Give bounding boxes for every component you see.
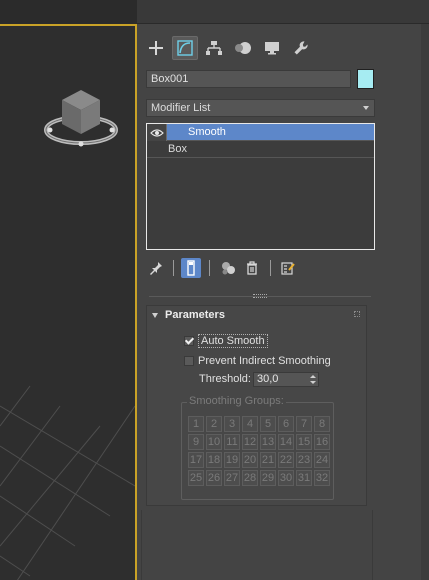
display-monitor-icon — [265, 42, 279, 55]
wrench-icon — [294, 41, 308, 55]
smoothing-group-button: 8 — [314, 416, 330, 432]
chevron-down-icon — [363, 106, 369, 110]
eye-icon[interactable] — [147, 124, 167, 141]
smoothing-groups-title: Smoothing Groups: — [187, 395, 286, 407]
auto-smooth-checkbox[interactable] — [184, 336, 194, 346]
smoothing-group-button: 1 — [188, 416, 204, 432]
object-name-field[interactable]: Box001 — [146, 70, 351, 88]
spinner-arrows-icon[interactable] — [310, 374, 316, 386]
smoothing-group-button: 20 — [242, 452, 258, 468]
stack-item-box[interactable]: Box — [147, 141, 374, 158]
viewport[interactable] — [0, 0, 137, 580]
tab-motion[interactable] — [230, 36, 256, 60]
modifier-stack[interactable]: Smooth Box — [146, 123, 375, 250]
smoothing-group-button: 25 — [188, 470, 204, 486]
smoothing-group-button: 11 — [224, 434, 240, 450]
auto-smooth-option[interactable]: Auto Smooth — [184, 334, 268, 348]
object-color-swatch[interactable] — [357, 69, 374, 89]
tab-hierarchy[interactable] — [201, 36, 227, 60]
smoothing-group-button: 28 — [242, 470, 258, 486]
panel-empty-area — [141, 510, 373, 580]
auto-smooth-label: Auto Smooth — [198, 334, 268, 348]
stack-toolbar — [146, 256, 375, 280]
smoothing-group-button: 16 — [314, 434, 330, 450]
smoothing-group-button: 6 — [278, 416, 294, 432]
tab-modify[interactable] — [172, 36, 198, 60]
toolbar-separator — [173, 260, 174, 276]
smoothing-group-button: 7 — [296, 416, 312, 432]
make-unique-button[interactable] — [218, 258, 238, 278]
smoothing-group-button: 23 — [296, 452, 312, 468]
pin-icon — [150, 262, 162, 275]
motion-icon — [235, 42, 251, 54]
modifier-list-dropdown[interactable]: Modifier List — [146, 99, 375, 117]
toolbar-separator — [209, 260, 210, 276]
show-end-result-icon — [187, 260, 195, 276]
smoothing-group-button: 14 — [278, 434, 294, 450]
smoothing-groups-grid: 1 2 3 4 5 6 7 8 9 10 11 12 13 14 15 16 1… — [188, 416, 330, 486]
smoothing-group-button: 9 — [188, 434, 204, 450]
smoothing-group-button: 18 — [206, 452, 222, 468]
active-viewport-frame[interactable] — [0, 24, 137, 580]
perspective-grid — [0, 385, 135, 580]
threshold-value: 30,0 — [257, 373, 279, 385]
modifier-list-label: Modifier List — [151, 102, 211, 114]
smoothing-group-button: 19 — [224, 452, 240, 468]
smoothing-group-button: 2 — [206, 416, 222, 432]
stack-item-smooth[interactable]: Smooth — [147, 124, 374, 141]
smoothing-group-button: 21 — [260, 452, 276, 468]
prevent-indirect-option[interactable]: Prevent Indirect Smoothing — [184, 354, 331, 368]
configure-sets-icon — [281, 262, 295, 275]
prevent-indirect-checkbox[interactable] — [184, 356, 194, 366]
make-unique-icon — [222, 262, 235, 275]
smoothing-group-button: 17 — [188, 452, 204, 468]
show-end-result-button[interactable] — [181, 258, 201, 278]
threshold-label: Threshold: — [199, 373, 251, 385]
threshold-spinner[interactable]: 30,0 — [253, 372, 319, 387]
remove-modifier-button[interactable] — [242, 258, 262, 278]
modify-curve-icon — [177, 40, 193, 56]
command-panel-tabs — [143, 36, 314, 62]
smoothing-group-button: 22 — [278, 452, 294, 468]
smoothing-group-button: 3 — [224, 416, 240, 432]
smoothing-group-button: 13 — [260, 434, 276, 450]
tab-display[interactable] — [259, 36, 285, 60]
rollout-title[interactable]: Parameters — [165, 309, 225, 321]
parameters-rollout: Parameters Auto Smooth Prevent Indirect … — [146, 305, 367, 506]
smoothing-group-button: 26 — [206, 470, 222, 486]
resize-grip-icon[interactable] — [253, 294, 267, 298]
smoothing-group-button: 4 — [242, 416, 258, 432]
smoothing-group-button: 27 — [224, 470, 240, 486]
smoothing-group-button: 12 — [242, 434, 258, 450]
smoothing-group-button: 15 — [296, 434, 312, 450]
panel-scrollbar[interactable] — [421, 24, 429, 580]
smoothing-group-button: 29 — [260, 470, 276, 486]
configure-modifier-sets-button[interactable] — [278, 258, 298, 278]
smoothing-group-button: 32 — [314, 470, 330, 486]
hierarchy-icon — [206, 41, 222, 55]
tab-create[interactable] — [143, 36, 169, 60]
smoothing-group-button: 30 — [278, 470, 294, 486]
plus-icon — [149, 41, 163, 55]
smoothing-group-button: 24 — [314, 452, 330, 468]
rollout-drag-handle-icon[interactable] — [354, 311, 360, 317]
trash-icon — [247, 261, 257, 275]
tab-utilities[interactable] — [288, 36, 314, 60]
smoothing-groups-group: Smoothing Groups: 1 2 3 4 5 6 7 8 9 10 1… — [181, 395, 334, 500]
toolbar-separator — [270, 260, 271, 276]
stack-item-label: Box — [168, 143, 187, 155]
pin-stack-button[interactable] — [146, 258, 166, 278]
smoothing-group-button: 10 — [206, 434, 222, 450]
collapse-triangle-icon[interactable] — [152, 313, 158, 318]
viewcube-icon[interactable] — [42, 82, 120, 152]
prevent-indirect-label: Prevent Indirect Smoothing — [198, 355, 331, 367]
smoothing-group-button: 31 — [296, 470, 312, 486]
stack-item-label: Smooth — [188, 126, 226, 138]
smoothing-group-button: 5 — [260, 416, 276, 432]
